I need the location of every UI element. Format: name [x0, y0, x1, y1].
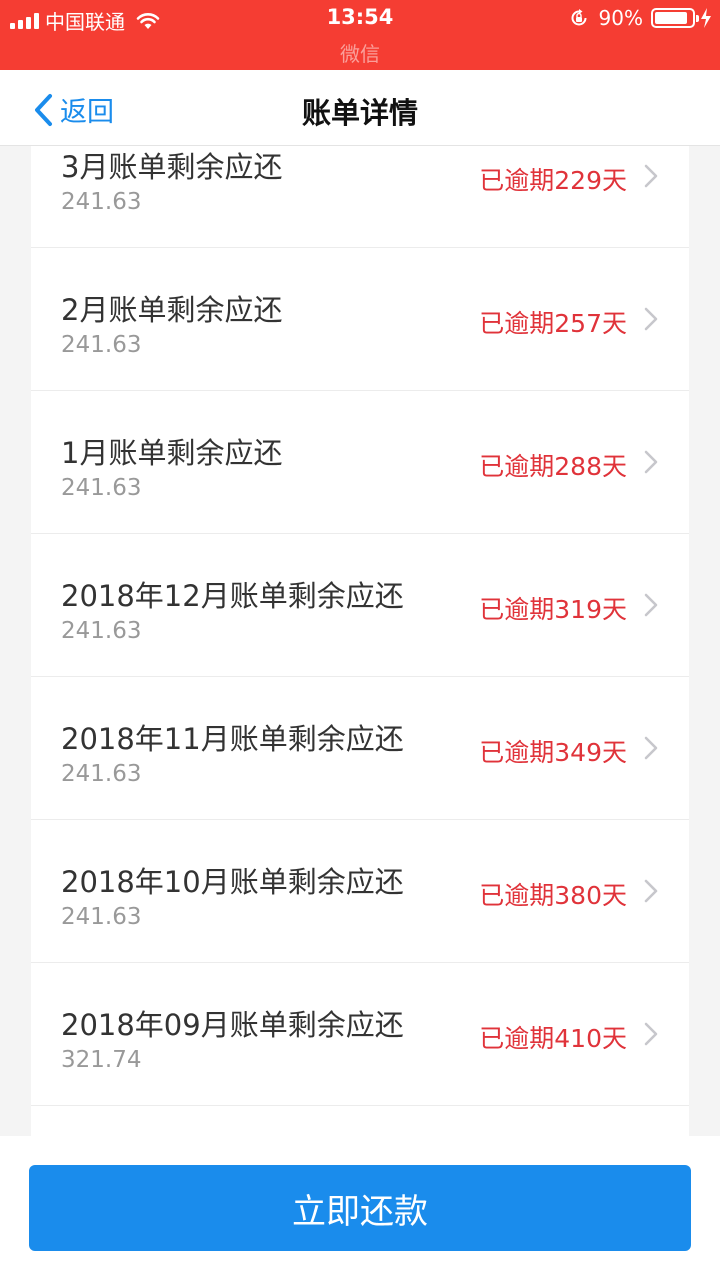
- chevron-right-icon: [644, 1022, 658, 1046]
- bill-title: 1月账单剩余应还: [61, 436, 283, 470]
- bill-title: 2018年09月账单剩余应还: [61, 1008, 404, 1042]
- status-right: 90%: [569, 6, 712, 30]
- chevron-right-icon: [644, 879, 658, 903]
- bill-amount: 241.63: [61, 904, 142, 930]
- bill-row[interactable]: 2018年09月账单剩余应还 321.74 已逾期410天: [31, 963, 689, 1106]
- battery-icon: [651, 8, 699, 28]
- bill-title: 3月账单剩余应还: [61, 150, 283, 184]
- bill-amount: 241.63: [61, 618, 142, 644]
- app-name: 微信: [340, 42, 380, 66]
- bill-row[interactable]: 2018年12月账单剩余应还 241.63 已逾期319天: [31, 534, 689, 677]
- overdue-status: 已逾期380天: [479, 881, 627, 910]
- bill-title: 2018年11月账单剩余应还: [61, 722, 404, 756]
- rotation-lock-icon: [571, 9, 587, 26]
- overdue-status: 已逾期229天: [479, 166, 627, 195]
- bill-title: 2018年12月账单剩余应还: [61, 579, 404, 613]
- bill-amount: 241.63: [61, 761, 142, 787]
- chevron-right-icon: [644, 736, 658, 760]
- bill-amount: 241.63: [61, 189, 142, 215]
- bill-row[interactable]: 2018年11月账单剩余应还 241.63 已逾期349天: [31, 677, 689, 820]
- pay-now-button[interactable]: 立即还款: [29, 1165, 691, 1251]
- overdue-status: 已逾期288天: [479, 452, 627, 481]
- chevron-right-icon: [644, 593, 658, 617]
- bill-amount: 321.74: [61, 1047, 142, 1073]
- overdue-status: 已逾期349天: [479, 738, 627, 767]
- bill-row[interactable]: 2月账单剩余应还 241.63 已逾期257天: [31, 248, 689, 391]
- chevron-right-icon: [644, 164, 658, 188]
- chevron-right-icon: [644, 307, 658, 331]
- overdue-status: 已逾期319天: [479, 595, 627, 624]
- bill-row[interactable]: 1月账单剩余应还 241.63 已逾期288天: [31, 391, 689, 534]
- bill-amount: 241.63: [61, 332, 142, 358]
- bottom-bar: 立即还款: [0, 1136, 720, 1280]
- page-title: 账单详情: [301, 96, 418, 130]
- bill-title: 2018年10月账单剩余应还: [61, 865, 404, 899]
- battery-percent: 90%: [598, 6, 643, 30]
- status-bar: 中国联通 13:54 微信 90%: [0, 0, 720, 70]
- charging-icon: [701, 8, 711, 28]
- chevron-right-icon: [644, 450, 658, 474]
- bill-list: 3月账单剩余应还 241.63 已逾期229天 2月账单剩余应还 241.63 …: [31, 105, 689, 1249]
- bill-amount: 241.63: [61, 475, 142, 501]
- overdue-status: 已逾期257天: [479, 309, 627, 338]
- nav-bar: 返回 账单详情: [0, 70, 720, 146]
- overdue-status: 已逾期410天: [479, 1024, 627, 1053]
- bill-row[interactable]: 2018年10月账单剩余应还 241.63 已逾期380天: [31, 820, 689, 963]
- bill-title: 2月账单剩余应还: [61, 293, 283, 327]
